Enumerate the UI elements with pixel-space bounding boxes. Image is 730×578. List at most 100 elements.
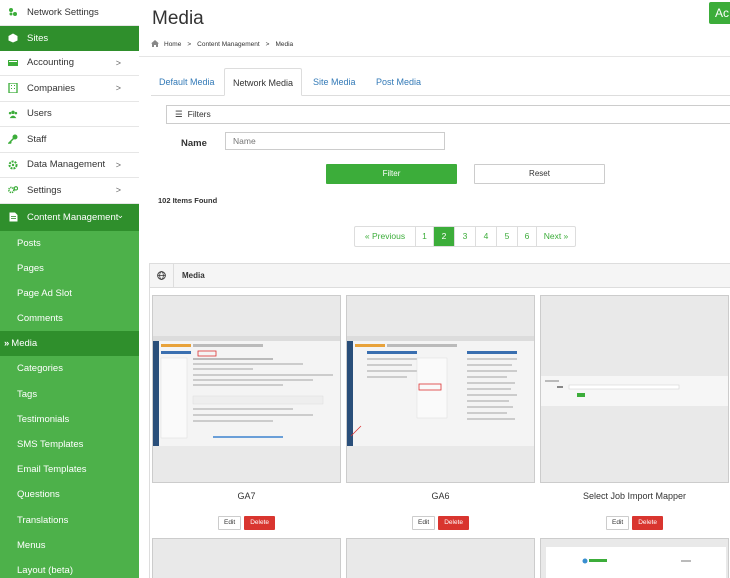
screenshot-thumbnail-image [546, 547, 726, 578]
media-actions: Edit Delete [540, 516, 729, 530]
media-card: GA7 Edit Delete [152, 295, 341, 530]
sidebar-subitem-label: Layout (beta) [17, 564, 73, 576]
building-icon [8, 83, 18, 94]
breadcrumb-home[interactable]: Home [164, 41, 181, 48]
tab-network-media[interactable]: Network Media [224, 68, 303, 96]
tab-post-media[interactable]: Post Media [368, 68, 429, 96]
sidebar-subitem-media[interactable]: » Media [0, 331, 139, 357]
sidebar-subitem-translations[interactable]: Translations [0, 508, 139, 533]
main-content: Media Ac Home > Content Management > Med… [139, 0, 730, 578]
media-actions: Edit Delete [152, 516, 341, 530]
sidebar-subitem-layout-beta[interactable]: Layout (beta) [0, 558, 139, 578]
media-thumbnail[interactable] [346, 295, 535, 483]
sidebar-subitem-questions[interactable]: Questions [0, 482, 139, 507]
media-panel: Media GA7 Edit Delete GA6 Edit Delete Se… [149, 263, 730, 578]
sidebar-item-settings[interactable]: Settings > [0, 178, 139, 204]
sidebar-item-accounting[interactable]: Accounting > [0, 50, 139, 76]
media-tabs: Default Media Network Media Site Media P… [151, 68, 730, 96]
money-icon [8, 58, 18, 68]
pagination-page-1[interactable]: 1 [415, 227, 433, 246]
pagination-page-5[interactable]: 5 [496, 227, 517, 246]
chevron-right-icon: > [115, 57, 121, 68]
media-title: Select Job Import Mapper [582, 491, 687, 501]
media-card: Select Job Import Mapper Edit Delete [540, 295, 729, 530]
tab-site-media[interactable]: Site Media [305, 68, 364, 96]
key-icon [8, 134, 18, 144]
sidebar-subitem-label: SMS Templates [17, 439, 84, 450]
home-icon [151, 40, 159, 49]
sitemap-icon [8, 7, 18, 17]
media-panel-header: Media [150, 263, 730, 288]
sidebar-subitem-label: Page Ad Slot [17, 287, 72, 299]
sidebar-subitem-posts[interactable]: Posts [0, 231, 139, 256]
document-icon [8, 212, 18, 222]
media-actions: Edit Delete [346, 516, 535, 530]
media-thumbnail[interactable] [346, 538, 535, 578]
sidebar-item-label: Companies [27, 82, 76, 94]
tab-default-media[interactable]: Default Media [151, 68, 223, 96]
reset-button[interactable]: Reset [474, 164, 605, 184]
chevron-right-icon: > [115, 159, 121, 170]
name-input[interactable] [225, 132, 445, 150]
breadcrumb-content-management[interactable]: Content Management [197, 41, 260, 48]
pagination-next[interactable]: Next » [536, 227, 575, 246]
delete-button[interactable]: Delete [632, 516, 663, 530]
sidebar-subitem-label: Menus [17, 539, 46, 551]
filter-button[interactable]: Filter [326, 164, 457, 184]
sidebar-item-data-management[interactable]: Data Management > [0, 152, 139, 178]
media-thumbnail[interactable] [540, 295, 729, 483]
sidebar-item-label: Staff [27, 133, 47, 145]
globe-icon [150, 263, 174, 288]
breadcrumb-media: Media [275, 41, 294, 48]
media-thumbnail[interactable] [152, 295, 341, 483]
sidebar-subitem-email-templates[interactable]: Email Templates [0, 457, 139, 482]
media-card [152, 538, 341, 578]
edit-button[interactable]: Edit [606, 516, 630, 530]
sidebar: Network Settings Sites Accounting > Comp… [0, 0, 139, 578]
sidebar-subitem-sms-templates[interactable]: SMS Templates [0, 432, 139, 457]
delete-button[interactable]: Delete [244, 516, 275, 530]
sidebar-subitem-comments[interactable]: Comments [0, 306, 139, 331]
breadcrumb-separator: > [187, 41, 192, 48]
sidebar-subitem-testimonials[interactable]: Testimonials [0, 407, 139, 432]
name-label: Name [181, 138, 207, 149]
cube-icon [8, 33, 18, 43]
sidebar-subitem-pages[interactable]: Pages [0, 256, 139, 281]
edit-button[interactable]: Edit [412, 516, 436, 530]
sidebar-item-companies[interactable]: Companies > [0, 76, 139, 102]
media-thumbnail[interactable] [540, 538, 729, 578]
sidebar-item-network-settings[interactable]: Network Settings [0, 0, 139, 26]
sidebar-item-staff[interactable]: Staff [0, 127, 139, 153]
sidebar-item-content-management[interactable]: Content Management ⌄ [0, 203, 139, 231]
sidebar-item-label: Sites [27, 32, 49, 44]
sidebar-item-label: Settings [27, 184, 62, 196]
sidebar-item-label: Network Settings [27, 6, 99, 18]
edit-button[interactable]: Edit [218, 516, 242, 530]
screenshot-thumbnail-image [153, 336, 340, 446]
pagination-page-6[interactable]: 6 [517, 227, 536, 246]
double-chevron-right-icon: » [4, 338, 10, 350]
sidebar-item-users[interactable]: Users [0, 101, 139, 127]
sidebar-subitem-categories[interactable]: Categories [0, 356, 139, 381]
sidebar-subitem-label: Questions [17, 489, 60, 501]
filters-toggle[interactable]: ☰ Filters [166, 105, 730, 124]
sidebar-item-label: Content Management [27, 211, 119, 223]
pagination-previous[interactable]: « Previous [355, 227, 415, 246]
media-panel-title: Media [182, 271, 205, 280]
filters-label: Filters [187, 109, 211, 119]
sidebar-item-label: Data Management [27, 159, 106, 171]
delete-button[interactable]: Delete [438, 516, 469, 530]
sidebar-subitem-page-ad-slot[interactable]: Page Ad Slot [0, 281, 139, 306]
sidebar-subitem-label: Tags [17, 388, 38, 400]
pagination-page-2[interactable]: 2 [433, 227, 454, 246]
sidebar-subitem-label: Email Templates [17, 464, 87, 476]
sidebar-subitem-label: Testimonials [17, 413, 70, 425]
media-thumbnail[interactable] [152, 538, 341, 578]
cog-icon [8, 160, 18, 170]
pagination-page-4[interactable]: 4 [475, 227, 496, 246]
sidebar-subitem-menus[interactable]: Menus [0, 533, 139, 558]
sidebar-item-sites[interactable]: Sites [0, 25, 139, 51]
pagination-page-3[interactable]: 3 [454, 227, 475, 246]
add-button[interactable]: Ac [709, 2, 730, 24]
sidebar-subitem-tags[interactable]: Tags [0, 382, 139, 407]
